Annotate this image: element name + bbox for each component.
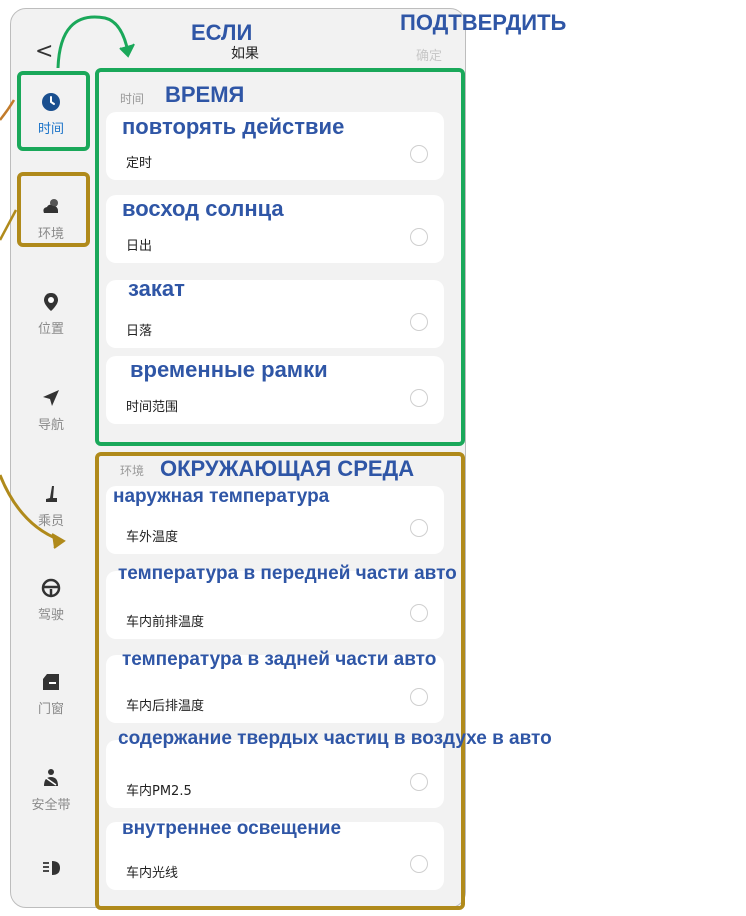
- annotation-rear-temp: температура в задней части авто: [122, 649, 437, 670]
- annotation-sunset: закат: [128, 276, 185, 301]
- sidebar-item-seatbelt[interactable]: 安全带: [10, 746, 92, 826]
- sidebar-item-location[interactable]: 位置: [10, 270, 92, 350]
- sidebar-item-label: 驾驶: [37, 608, 64, 623]
- back-button[interactable]: <: [35, 41, 53, 63]
- annotation-repeat: повторять действие: [122, 114, 345, 139]
- navigation-arrow-icon: [43, 390, 59, 406]
- sidebar-item-label: 安全带: [31, 798, 71, 813]
- location-pin-icon: [44, 293, 58, 311]
- sidebar-item-occupant[interactable]: 乘员: [10, 462, 92, 542]
- sidebar-item-doors-windows[interactable]: 门窗: [10, 650, 92, 730]
- annotation-pm: содержание твердых частиц в воздухе в ав…: [118, 728, 552, 749]
- sidebar-item-label: 导航: [37, 418, 64, 433]
- sidebar-item-lights[interactable]: [10, 836, 92, 916]
- seat-icon: [46, 486, 57, 502]
- annotation-environment: ОКРУЖАЮЩАЯ СРЕДА: [160, 456, 415, 481]
- annotation-front-temp: температура в передней части авто: [118, 563, 457, 584]
- annotation-if: ЕСЛИ: [191, 20, 253, 45]
- sidebar-item-driving[interactable]: 驾驶: [10, 556, 92, 636]
- annotation-confirm: ПОДТВЕРДИТЬ: [400, 10, 567, 35]
- annotation-timerange: временные рамки: [130, 357, 328, 382]
- annotation-time: ВРЕМЯ: [165, 82, 245, 107]
- confirm-button[interactable]: 确定: [416, 45, 442, 64]
- seatbelt-icon: [44, 769, 58, 786]
- annotation-outside-temp: наружная температура: [113, 486, 330, 507]
- page-title: 如果: [231, 46, 259, 62]
- sidebar-item-navigation[interactable]: 导航: [10, 366, 92, 446]
- annotation-sunrise: восход солнца: [122, 196, 284, 221]
- headlight-icon: [43, 861, 60, 875]
- sidebar-item-label: 乘员: [37, 514, 64, 529]
- highlight-box-environment-tab: [17, 172, 90, 247]
- annotation-light: внутреннее освещение: [122, 818, 342, 839]
- highlight-box-time-tab: [17, 71, 90, 151]
- sidebar-item-label: 门窗: [37, 702, 64, 717]
- steering-wheel-icon: [41, 578, 61, 598]
- sidebar-item-label: 位置: [37, 322, 64, 337]
- door-window-icon: [43, 674, 59, 690]
- highlight-box-environment-section: [95, 452, 465, 910]
